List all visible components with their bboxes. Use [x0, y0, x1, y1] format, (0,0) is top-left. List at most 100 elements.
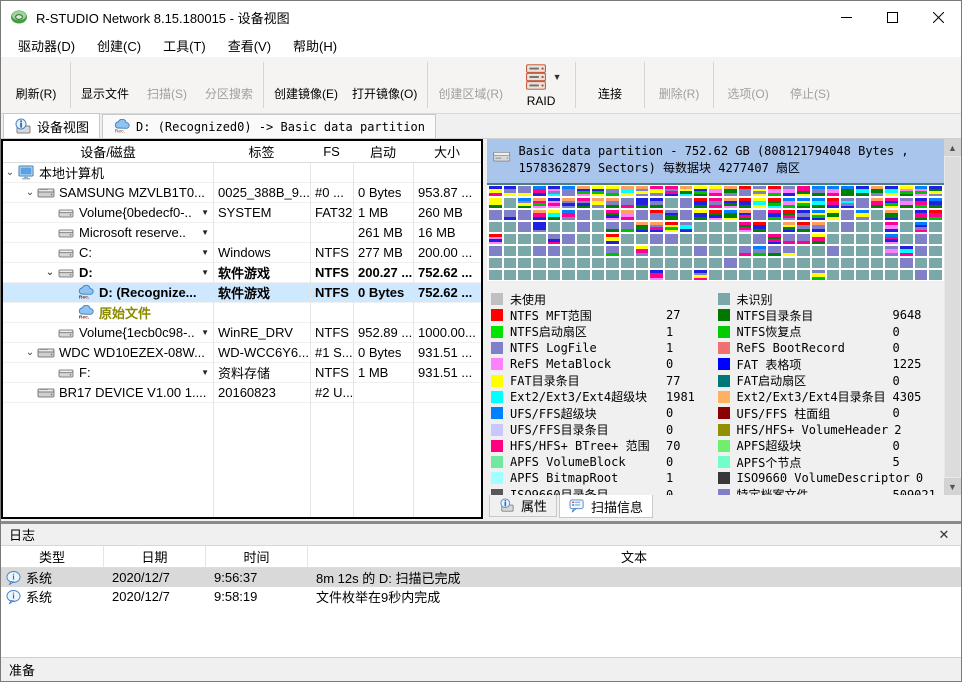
log-close-icon[interactable]: ✕ [935, 527, 953, 543]
row-dropdown-icon[interactable]: ▼ [201, 228, 209, 237]
log-row[interactable]: i系统2020/12/79:58:19文件枚举在9秒内完成 [1, 587, 961, 606]
tree-column-header-1[interactable]: 标签 [213, 141, 310, 162]
scan-block [900, 270, 913, 280]
tree-row[interactable]: C:▼WindowsNTFS277 MB200.00 ... [3, 243, 481, 263]
expand-chevron-icon[interactable]: ⌄ [3, 167, 17, 178]
legend-item: ReFS MetaBlock0 [491, 356, 714, 372]
legend-color-swatch [718, 440, 730, 452]
legend-item: 特定档案文件509021 [718, 487, 941, 495]
tab-device-view[interactable]: 设备视图 [3, 113, 100, 138]
scrollbar-up-icon[interactable]: ▲ [944, 139, 961, 156]
scan-block [709, 270, 722, 280]
tree-row[interactable]: ⌄SAMSUNG MZVLB1T0...0025_388B_9...#0 ...… [3, 183, 481, 203]
tree-row[interactable]: ⌄WDC WD10EZEX-08W...WD-WCC6Y6...#1 S...0… [3, 343, 481, 363]
scan-block [768, 222, 781, 232]
row-dropdown-icon[interactable]: ▼ [201, 248, 209, 257]
menu-item-1[interactable]: 创建(C) [86, 33, 152, 58]
tree-row[interactable]: F:▼资料存储NTFS1 MB931.51 ... [3, 363, 481, 383]
tree-column-header-4[interactable]: 大小 [413, 141, 481, 162]
device-view-icon [14, 118, 32, 134]
scan-block [856, 258, 869, 268]
scan-block [929, 246, 942, 256]
toolbar-button-label: 停止(S) [790, 85, 830, 102]
scan-button[interactable]: 扫描(S) [136, 58, 198, 112]
menu-item-0[interactable]: 驱动器(D) [7, 33, 86, 58]
tree-row[interactable]: BR17 DEVICE V1.00 1....20160823#2 U... [3, 383, 481, 403]
log-column-header-3[interactable]: 文本 [308, 546, 961, 567]
scan-block [900, 246, 913, 256]
minimize-button[interactable] [823, 1, 869, 33]
expand-chevron-icon[interactable]: ⌄ [23, 187, 37, 198]
menu-item-4[interactable]: 帮助(H) [282, 33, 348, 58]
hdd-icon [493, 146, 512, 168]
show-files-button[interactable]: 显示文件 [74, 58, 136, 112]
tree-row[interactable]: Volume{0bedecf0-..▼SYSTEMFAT321 MB260 MB [3, 203, 481, 223]
refresh-button[interactable]: 刷新(R) [5, 58, 67, 112]
tree-column-header-3[interactable]: 启动 [353, 141, 413, 162]
scan-pane-tab-scan-info[interactable]: 扫描信息 [559, 495, 653, 518]
row-dropdown-icon[interactable]: ▼ [201, 328, 209, 337]
log-column-header-1[interactable]: 日期 [104, 546, 206, 567]
tree-column-header-2[interactable]: FS [310, 141, 353, 162]
tab-label: 设备视图 [37, 117, 89, 136]
scan-block [533, 186, 546, 196]
dropdown-arrow-icon[interactable]: ▼ [553, 72, 562, 82]
create-image-button[interactable]: 创建镜像(E) [267, 58, 345, 112]
scan-block [592, 198, 605, 208]
tree-row[interactable]: Rec.D: (Recognize...软件游戏NTFS0 Bytes752.6… [3, 283, 481, 303]
scan-block [709, 246, 722, 256]
rec-cloud-icon: Rec. [77, 285, 95, 300]
row-dropdown-icon[interactable]: ▼ [201, 268, 209, 277]
cell-fs: #0 ... [310, 185, 353, 200]
expand-chevron-icon[interactable]: ⌄ [43, 267, 57, 278]
options-button[interactable]: 选项(O) [717, 58, 779, 112]
raid-button[interactable]: ▼RAID [510, 58, 572, 112]
stop-button[interactable]: STOP停止(S) [779, 58, 841, 112]
scan-block [724, 234, 737, 244]
scan-scrollbar[interactable]: ▲ ▼ [944, 139, 961, 495]
scan-block [724, 210, 737, 220]
connect-button[interactable]: 连接 [579, 58, 641, 112]
tree-row[interactable]: Volume{1ecb0c98-..▼WinRE_DRVNTFS952.89 .… [3, 323, 481, 343]
log-column-header-0[interactable]: 类型 [1, 546, 104, 567]
scan-block [504, 210, 517, 220]
tree-row[interactable]: ⌄本地计算机 [3, 163, 481, 183]
cell-size: 752.62 ... [413, 285, 481, 300]
scrollbar-down-icon[interactable]: ▼ [944, 478, 961, 495]
legend-count: 1 [666, 341, 673, 355]
scan-block [694, 234, 707, 244]
delete-button[interactable]: 删除(R) [648, 58, 710, 112]
scan-block [548, 234, 561, 244]
tree-row[interactable]: ⌄D:▼软件游戏NTFS200.27 ...752.62 ... [3, 263, 481, 283]
log-column-header-2[interactable]: 时间 [206, 546, 308, 567]
close-button[interactable] [915, 1, 961, 33]
scan-block [856, 246, 869, 256]
scan-block [885, 210, 898, 220]
open-image-button[interactable]: 打开镜像(O) [345, 58, 424, 112]
scan-block [621, 198, 634, 208]
menu-item-2[interactable]: 工具(T) [152, 33, 217, 58]
maximize-button[interactable] [869, 1, 915, 33]
scan-block [592, 186, 605, 196]
create-region-button[interactable]: 创建区域(R) [431, 58, 510, 112]
log-row[interactable]: i系统2020/12/79:56:378m 12s 的 D: 扫描已完成 [1, 568, 961, 587]
scan-block [900, 198, 913, 208]
scan-pane-tab-properties[interactable]: 属性 [489, 495, 557, 517]
scan-block [518, 210, 531, 220]
partition-search-button[interactable]: 分区搜索 [198, 58, 260, 112]
toolbar-button-label: 打开镜像(O) [352, 85, 417, 102]
expand-chevron-icon[interactable]: ⌄ [23, 347, 37, 358]
scan-block [504, 186, 517, 196]
tab-partition-scan[interactable]: Rec.D: (Recognized0) -> Basic data parti… [102, 114, 436, 138]
tree-row[interactable]: Microsoft reserve..▼261 MB16 MB [3, 223, 481, 243]
row-dropdown-icon[interactable]: ▼ [201, 368, 209, 377]
computer-icon [17, 165, 35, 180]
legend-count: 0 [666, 455, 673, 469]
tree-row[interactable]: Rec.原始文件 [3, 303, 481, 323]
scan-block [680, 222, 693, 232]
scrollbar-thumb[interactable] [945, 157, 960, 477]
scan-block [827, 222, 840, 232]
row-dropdown-icon[interactable]: ▼ [201, 208, 209, 217]
menu-item-3[interactable]: 查看(V) [217, 33, 282, 58]
tree-column-header-0[interactable]: 设备/磁盘ˆ [3, 141, 213, 162]
